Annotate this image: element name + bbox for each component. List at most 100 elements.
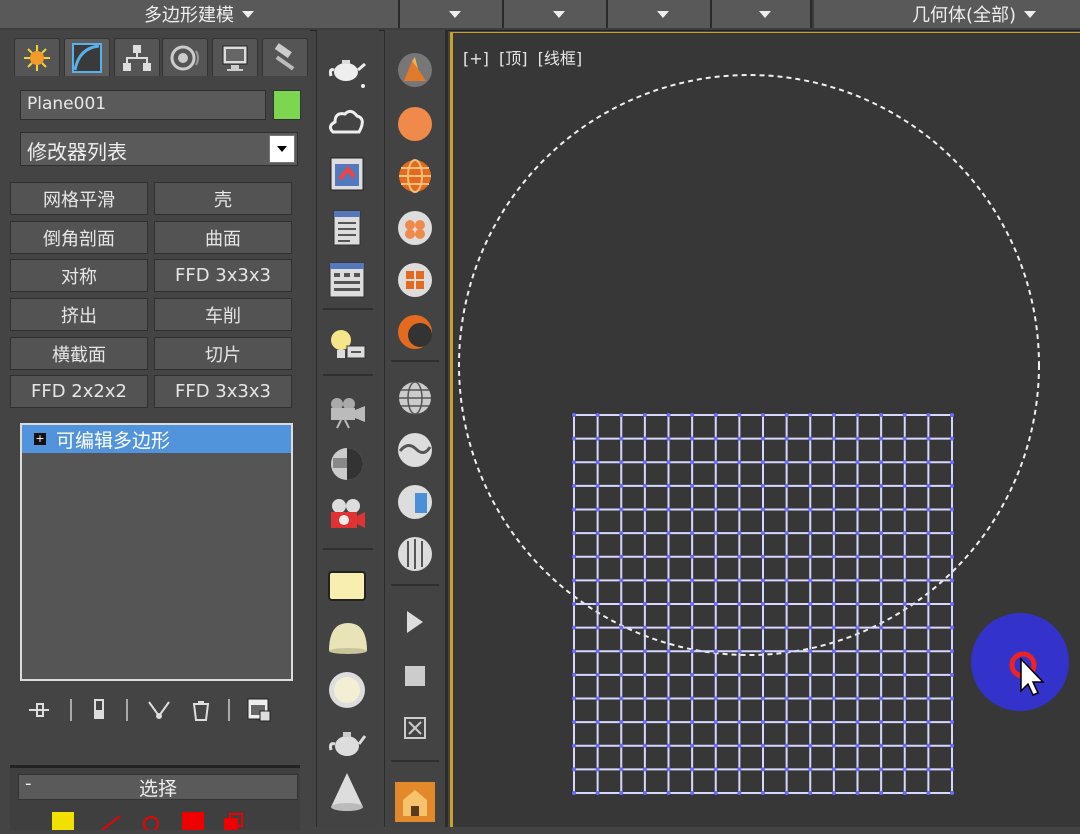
grid-vertex [784, 413, 789, 417]
object-color-swatch[interactable] [273, 90, 301, 120]
orange-sphere-icon[interactable] [395, 104, 435, 144]
modifier-button-ffd333-2[interactable]: FFD 3x3x3 [154, 375, 292, 408]
stack-item-editable-poly[interactable]: + 可编辑多边形 [22, 425, 291, 453]
striped-sphere-icon[interactable] [395, 534, 435, 574]
hammer-icon [274, 42, 295, 70]
grid-vertex [879, 483, 884, 488]
modifier-button-extrude[interactable]: 挤出 [10, 298, 148, 331]
grid-vertex [713, 531, 718, 536]
render-frame-icon[interactable] [327, 154, 367, 194]
light-icon[interactable] [327, 326, 367, 366]
modifier-button-meshsmooth[interactable]: 网格平滑 [10, 182, 148, 215]
crescent-icon[interactable] [395, 312, 435, 352]
globe-icon[interactable] [395, 156, 435, 196]
modifier-list-dropdown[interactable]: 修改器列表 [20, 132, 298, 166]
camera-icon[interactable] [327, 390, 367, 430]
object-name-field[interactable]: Plane001 [20, 90, 266, 120]
modifier-button-cross-section[interactable]: 横截面 [10, 337, 148, 370]
grid-vertex [619, 767, 624, 772]
document-icon[interactable] [327, 208, 367, 248]
make-unique-icon[interactable] [146, 697, 172, 723]
modifier-list-label: 修改器列表 [27, 140, 127, 164]
dropdown-1[interactable] [400, 0, 504, 28]
modify-tab[interactable] [64, 38, 110, 76]
edge-icon[interactable] [100, 812, 122, 831]
wave-sphere-icon[interactable] [395, 430, 435, 470]
grid-vertex [595, 507, 600, 512]
teapot-icon[interactable] [327, 50, 367, 90]
wire-globe-icon[interactable] [395, 378, 435, 418]
grid-vertex [808, 602, 813, 606]
calculator-icon[interactable] [327, 260, 367, 300]
modifier-button-ffd222[interactable]: FFD 2x2x2 [10, 375, 148, 408]
vertex-icon[interactable] [52, 812, 74, 830]
modifier-button-lathe[interactable]: 车削 [154, 298, 292, 331]
modifier-button-shell[interactable]: 壳 [154, 182, 292, 215]
grid-vertex [784, 791, 789, 795]
grid-vertex [713, 483, 718, 488]
video-camera-icon[interactable] [327, 496, 367, 536]
rock-icon[interactable] [395, 50, 435, 90]
teapot-small-icon[interactable] [327, 722, 367, 762]
modifier-button-bevel-profile[interactable]: 倒角剖面 [10, 221, 148, 254]
stop-icon[interactable] [395, 656, 435, 696]
modifier-button-slice[interactable]: 切片 [154, 337, 292, 370]
ribbon-dropdown[interactable]: 多边形建模 [0, 0, 400, 28]
geometry-filter-dropdown[interactable]: 几何体(全部) [814, 0, 1080, 28]
top-viewport[interactable]: [+] [顶] [线框] [450, 32, 1080, 827]
modifier-button-ffd333[interactable]: FFD 3x3x3 [154, 259, 292, 292]
dropdown-2[interactable] [504, 0, 608, 28]
grid-vertex [737, 672, 742, 677]
sphere-icon[interactable] [327, 670, 367, 710]
tile-sphere-icon[interactable] [395, 260, 435, 300]
remove-modifier-icon[interactable] [188, 697, 214, 723]
grid-vertex [595, 578, 600, 583]
camera-sphere-icon[interactable] [327, 444, 367, 484]
create-tab[interactable] [14, 38, 60, 76]
chevron-down-icon[interactable] [269, 135, 295, 163]
grid-vertex [595, 767, 600, 772]
dome-icon[interactable] [327, 618, 367, 658]
dropdown-4[interactable] [712, 0, 812, 28]
house-icon[interactable] [395, 782, 435, 822]
material-sphere-icon[interactable] [395, 208, 435, 248]
grid-vertex [642, 460, 647, 465]
display-tab[interactable] [212, 38, 258, 76]
modifier-button-surface[interactable]: 曲面 [154, 221, 292, 254]
grid-vertex [902, 436, 907, 441]
collapse-icon[interactable]: - [25, 773, 32, 794]
pin-stack-icon[interactable] [26, 697, 52, 723]
grid-vertex [595, 436, 600, 441]
grid-vertex [690, 507, 695, 512]
cloud-icon[interactable] [327, 102, 367, 142]
box-icon[interactable] [327, 566, 367, 606]
element-icon[interactable] [222, 812, 244, 830]
show-end-result-icon[interactable] [86, 697, 112, 723]
grid-vertex [737, 578, 742, 583]
cut-sphere-icon[interactable] [395, 482, 435, 522]
grid-vertex [690, 720, 695, 725]
hierarchy-tab[interactable] [114, 38, 160, 76]
grid-vertex [619, 649, 624, 654]
tool-column-1 [316, 30, 379, 827]
grid-vertex [619, 720, 624, 725]
cone-icon[interactable] [327, 772, 367, 812]
grid-vertex [690, 436, 695, 441]
motion-tab[interactable] [162, 38, 208, 76]
grid-vertex [761, 720, 765, 725]
border-icon[interactable] [140, 812, 162, 832]
utilities-tab[interactable] [262, 38, 308, 76]
close-box-icon[interactable] [395, 708, 435, 748]
play-icon[interactable] [395, 602, 435, 642]
grid-vertex [572, 413, 576, 417]
modifier-button-symmetry[interactable]: 对称 [10, 259, 148, 292]
selection-rollout-header[interactable]: - 选择 [18, 773, 298, 800]
configure-sets-icon[interactable] [246, 697, 272, 723]
grid-vertex [619, 436, 624, 441]
grid-vertex [855, 554, 860, 559]
grid-vertex [950, 483, 954, 488]
grid-vertex [737, 696, 742, 701]
polygon-icon[interactable] [182, 812, 204, 830]
dropdown-3[interactable] [608, 0, 712, 28]
expand-icon[interactable]: + [34, 433, 46, 445]
